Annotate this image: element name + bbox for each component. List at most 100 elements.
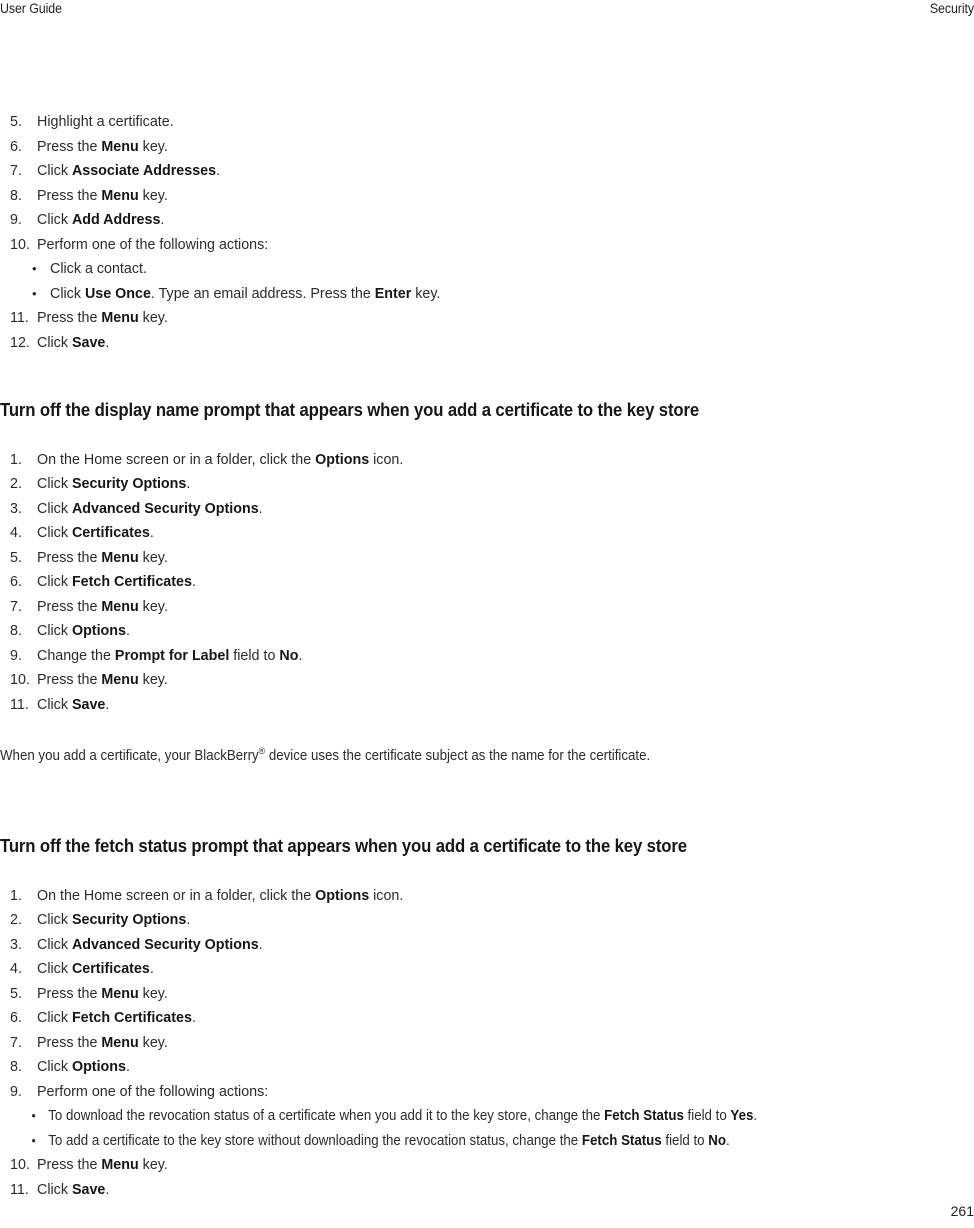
step-text: Click Associate Addresses.: [37, 163, 221, 179]
procedure-step: 5. Press the Menu key.: [0, 982, 960, 1007]
step-number: 11.: [10, 696, 29, 713]
step-text: Click Certificates.: [37, 961, 154, 978]
step-text: Perform one of the following actions:: [37, 236, 269, 253]
procedure-step: 5. Highlight a certificate.: [0, 110, 960, 135]
procedure-step: 11. Click Save.: [0, 1178, 960, 1203]
step-number: 3.: [10, 936, 22, 953]
step-number: 11.: [10, 310, 29, 326]
step-text: Press the Menu key.: [37, 985, 168, 1002]
step-text: Perform one of the following actions:: [37, 1083, 269, 1100]
bullet-icon: •: [31, 1108, 36, 1124]
step-number: 7.: [10, 1034, 22, 1051]
step-number: 12.: [10, 334, 30, 351]
procedure-step: 11. Click Save.: [0, 693, 960, 718]
step-number: 6.: [10, 138, 22, 155]
step-number: 8.: [10, 623, 22, 640]
sub-step-text: Click Use Once. Type an email address. P…: [50, 285, 441, 302]
procedure-step: 9. Click Add Address.: [0, 208, 960, 233]
step-number: 2.: [10, 476, 22, 493]
step-text: Press the Menu key.: [37, 310, 168, 326]
sub-step-text: To add a certificate to the key store wi…: [48, 1132, 730, 1149]
step-text: Click Advanced Security Options.: [37, 936, 263, 953]
step-text: Press the Menu key.: [37, 187, 168, 204]
step-number: 1.: [10, 887, 22, 904]
step-number: 10.: [10, 236, 30, 253]
step-number: 7.: [10, 598, 22, 615]
step-text: Click Save.: [37, 334, 110, 351]
step-text: Click Advanced Security Options.: [37, 500, 263, 517]
step-text: Click Fetch Certificates.: [37, 1010, 196, 1027]
procedure-step: 8. Click Options.: [0, 1055, 960, 1080]
step-text: Press the Menu key.: [37, 1157, 168, 1174]
step-number: 4.: [10, 961, 22, 978]
procedure-step: 6. Press the Menu key.: [0, 135, 960, 160]
page-number: 261: [950, 1203, 974, 1219]
procedure-step: 8. Press the Menu key.: [0, 184, 960, 209]
step-text: Click Certificates.: [37, 525, 154, 542]
document-page: User Guide Security 5. Highlight a certif…: [0, 0, 974, 1228]
step-text: Change the Prompt for Label field to No.: [37, 647, 303, 664]
step-number: 5.: [10, 114, 22, 130]
sub-step: • Click a contact.: [25, 257, 960, 282]
step-number: 3.: [10, 500, 22, 517]
step-number: 9.: [10, 647, 22, 664]
step-text: Press the Menu key.: [37, 549, 168, 566]
step-text: Click Save.: [37, 696, 110, 713]
procedure-list-associate-addresses: 5. Highlight a certificate. 6. Press the Me…: [0, 110, 960, 355]
page-content: 5. Highlight a certificate. 6. Press the Me…: [0, 110, 960, 1202]
procedure-step: 6. Click Fetch Certificates.: [0, 1006, 960, 1031]
step-text: Click Add Address.: [37, 212, 165, 228]
step-number: 9.: [10, 1083, 22, 1100]
step-text: Click Save.: [37, 1181, 110, 1198]
step-text: On the Home screen or in a folder, click…: [37, 451, 404, 468]
step-number: 5.: [10, 549, 22, 566]
procedure-step: 11. Press the Menu key.: [0, 306, 960, 331]
bullet-icon: •: [32, 261, 37, 276]
step-number: 1.: [10, 451, 22, 468]
step-number: 4.: [10, 525, 22, 542]
procedure-step: 10. Perform one of the following actions:…: [0, 233, 960, 307]
sub-step-text: Click a contact.: [50, 261, 147, 277]
step-text: Click Options.: [37, 623, 130, 640]
procedure-step: 9. Perform one of the following actions: •…: [0, 1080, 960, 1154]
procedure-step: 3. Click Advanced Security Options.: [0, 497, 960, 522]
bullet-icon: •: [31, 1132, 36, 1148]
section-heading-fetch-status-prompt: Turn off the fetch status prompt that ap…: [0, 835, 687, 857]
bullet-icon: •: [32, 285, 37, 301]
procedure-list-fetch-status-prompt: 1. On the Home screen or in a folder, cli…: [0, 884, 960, 1203]
running-header: User Guide Security: [0, 0, 974, 22]
step-number: 9.: [10, 212, 22, 228]
step-sub-list: • To download the revocation status of a …: [32, 1104, 960, 1153]
step-number: 6.: [10, 574, 22, 591]
step-number: 11.: [10, 1181, 29, 1198]
procedure-step: 4. Click Certificates.: [0, 957, 960, 982]
step-sub-list: • Click a contact. • Click Use Once. Type a…: [32, 257, 960, 306]
step-text: Click Fetch Certificates.: [37, 574, 196, 591]
step-text: On the Home screen or in a folder, click…: [37, 887, 404, 904]
step-number: 6.: [10, 1010, 22, 1027]
procedure-step: 10. Press the Menu key.: [0, 668, 960, 693]
procedure-step: 7. Press the Menu key.: [0, 1031, 960, 1056]
procedure-list-display-name-prompt: 1. On the Home screen or in a folder, cli…: [0, 448, 960, 718]
procedure-step: 12. Click Save.: [0, 331, 960, 356]
procedure-step: 2. Click Security Options.: [0, 908, 960, 933]
procedure-step: 6. Click Fetch Certificates.: [0, 570, 960, 595]
sub-step: • To add a certificate to the key store w…: [25, 1129, 895, 1154]
step-number: 2.: [10, 912, 22, 929]
step-text: Press the Menu key.: [37, 672, 168, 689]
procedure-step: 7. Click Associate Addresses.: [0, 159, 960, 184]
step-text: Press the Menu key.: [37, 138, 168, 155]
procedure-step: 4. Click Certificates.: [0, 521, 960, 546]
step-number: 5.: [10, 985, 22, 1002]
step-number: 7.: [10, 163, 22, 179]
header-section-title: Security: [929, 1, 974, 16]
procedure-step: 8. Click Options.: [0, 619, 960, 644]
sub-step: • To download the revocation status of a …: [25, 1104, 895, 1129]
step-text: Press the Menu key.: [37, 598, 168, 615]
procedure-step: 1. On the Home screen or in a folder, cli…: [0, 884, 960, 909]
procedure-step: 7. Press the Menu key.: [0, 595, 960, 620]
step-number: 8.: [10, 187, 22, 204]
